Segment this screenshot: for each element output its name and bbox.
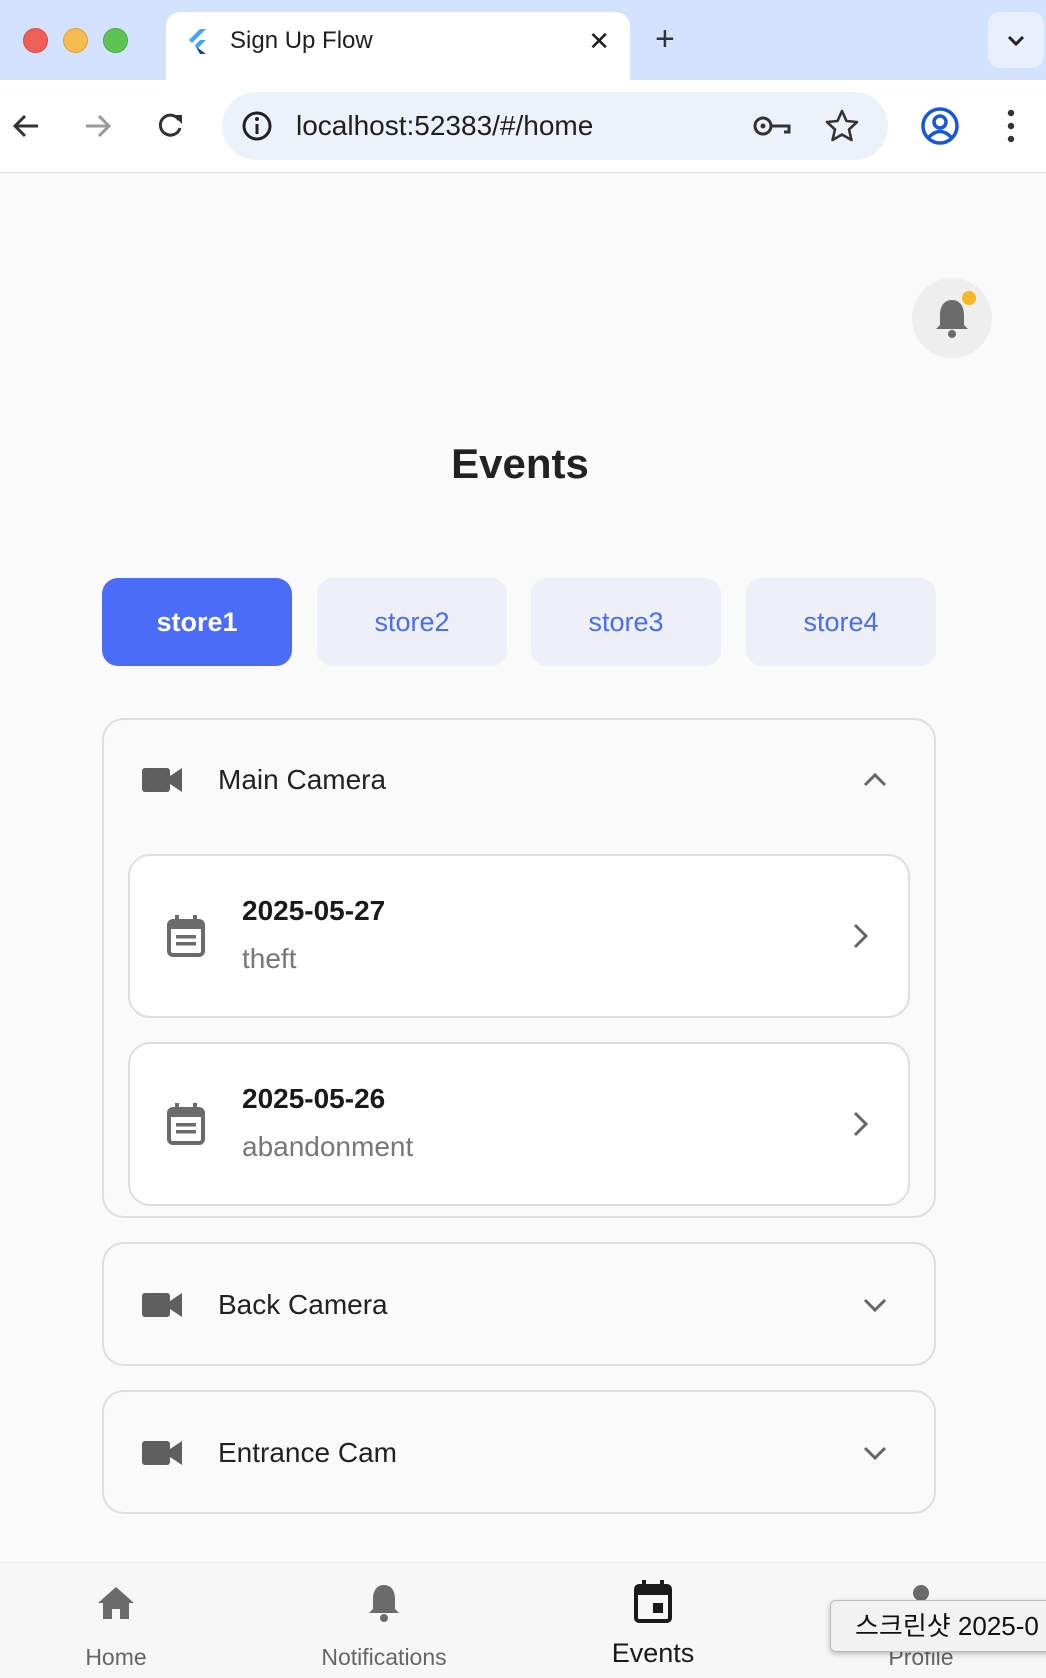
notification-button[interactable] xyxy=(912,278,992,358)
nav-item-home[interactable]: Home xyxy=(16,1563,216,1678)
event-type: theft xyxy=(242,943,297,974)
camera-header[interactable]: Main Camera xyxy=(104,720,934,840)
window-zoom-button[interactable] xyxy=(103,28,128,53)
camera-card-main: Main Camera 2025-05-27 theft 2025-05-26 … xyxy=(102,718,936,1218)
arrow-left-icon xyxy=(12,114,38,138)
camera-card-back[interactable]: Back Camera xyxy=(102,1242,936,1366)
camera-name: Entrance Cam xyxy=(218,1437,397,1468)
calendar-event-icon xyxy=(167,915,205,957)
browser-tab-strip: Sign Up Flow ✕ + xyxy=(0,0,1046,80)
key-icon[interactable] xyxy=(752,110,792,142)
store-tab-store4[interactable]: store4 xyxy=(746,578,936,666)
tab-close-icon[interactable]: ✕ xyxy=(588,26,610,56)
home-icon xyxy=(98,1587,134,1619)
camera-card-entrance[interactable]: Entrance Cam xyxy=(102,1390,936,1514)
camera-name: Back Camera xyxy=(218,1289,388,1320)
chevron-right-icon xyxy=(853,1111,869,1137)
page-title: Events xyxy=(451,440,589,487)
videocam-icon xyxy=(142,1293,182,1317)
nav-label: Home xyxy=(85,1644,147,1670)
more-vert-icon[interactable] xyxy=(997,104,1025,148)
camera-name: Main Camera xyxy=(218,764,387,795)
back-button[interactable] xyxy=(6,106,46,146)
flutter-logo-icon xyxy=(189,29,206,54)
bell-icon xyxy=(369,1585,399,1622)
store-tab-store2[interactable]: store2 xyxy=(317,578,507,666)
nav-label: Notifications xyxy=(321,1644,447,1670)
reload-icon xyxy=(158,113,182,137)
chevron-down-icon[interactable] xyxy=(860,1438,890,1468)
nav-item-notifications[interactable]: Notifications xyxy=(284,1563,484,1678)
tab-search-button[interactable] xyxy=(988,12,1044,68)
window-minimize-button[interactable] xyxy=(63,28,88,53)
new-tab-button[interactable]: + xyxy=(655,18,675,60)
nav-item-events[interactable]: Events xyxy=(553,1563,753,1678)
browser-toolbar: localhost:52383/#/home xyxy=(0,80,1046,173)
chevron-up-icon[interactable] xyxy=(860,765,890,795)
event-date: 2025-05-26 xyxy=(242,1083,386,1114)
profile-avatar-icon[interactable] xyxy=(918,104,962,148)
tab-title: Sign Up Flow xyxy=(230,27,373,54)
event-date: 2025-05-27 xyxy=(242,895,386,926)
chevron-down-icon[interactable] xyxy=(860,1290,890,1320)
store-tabs: store1 store2 store3 store4 xyxy=(102,578,936,666)
address-bar[interactable]: localhost:52383/#/home xyxy=(222,92,888,160)
screenshot-thumbnail[interactable]: 스크린샷 2025-0 xyxy=(830,1600,1046,1652)
url-text[interactable]: localhost:52383/#/home xyxy=(296,110,593,142)
arrow-right-icon xyxy=(86,114,112,138)
nav-label: Events xyxy=(611,1638,695,1668)
calendar-icon xyxy=(634,1580,672,1623)
chevron-right-icon xyxy=(853,923,869,949)
store-tab-store1[interactable]: store1 xyxy=(102,578,292,666)
event-item[interactable]: 2025-05-27 theft xyxy=(128,854,910,1018)
forward-button[interactable] xyxy=(78,106,118,146)
event-item[interactable]: 2025-05-26 abandonment xyxy=(128,1042,910,1206)
reload-button[interactable] xyxy=(150,106,190,146)
videocam-icon xyxy=(142,1441,182,1465)
videocam-icon xyxy=(142,768,182,792)
notification-dot xyxy=(962,291,976,305)
calendar-event-icon xyxy=(167,1103,205,1145)
bookmark-star-icon[interactable] xyxy=(824,108,860,144)
store-tab-store3[interactable]: store3 xyxy=(531,578,721,666)
event-type: abandonment xyxy=(242,1131,414,1162)
info-icon[interactable] xyxy=(240,109,274,143)
window-close-button[interactable] xyxy=(23,28,48,53)
chevron-down-icon xyxy=(1007,35,1025,47)
browser-tab[interactable]: Sign Up Flow ✕ xyxy=(166,12,630,80)
